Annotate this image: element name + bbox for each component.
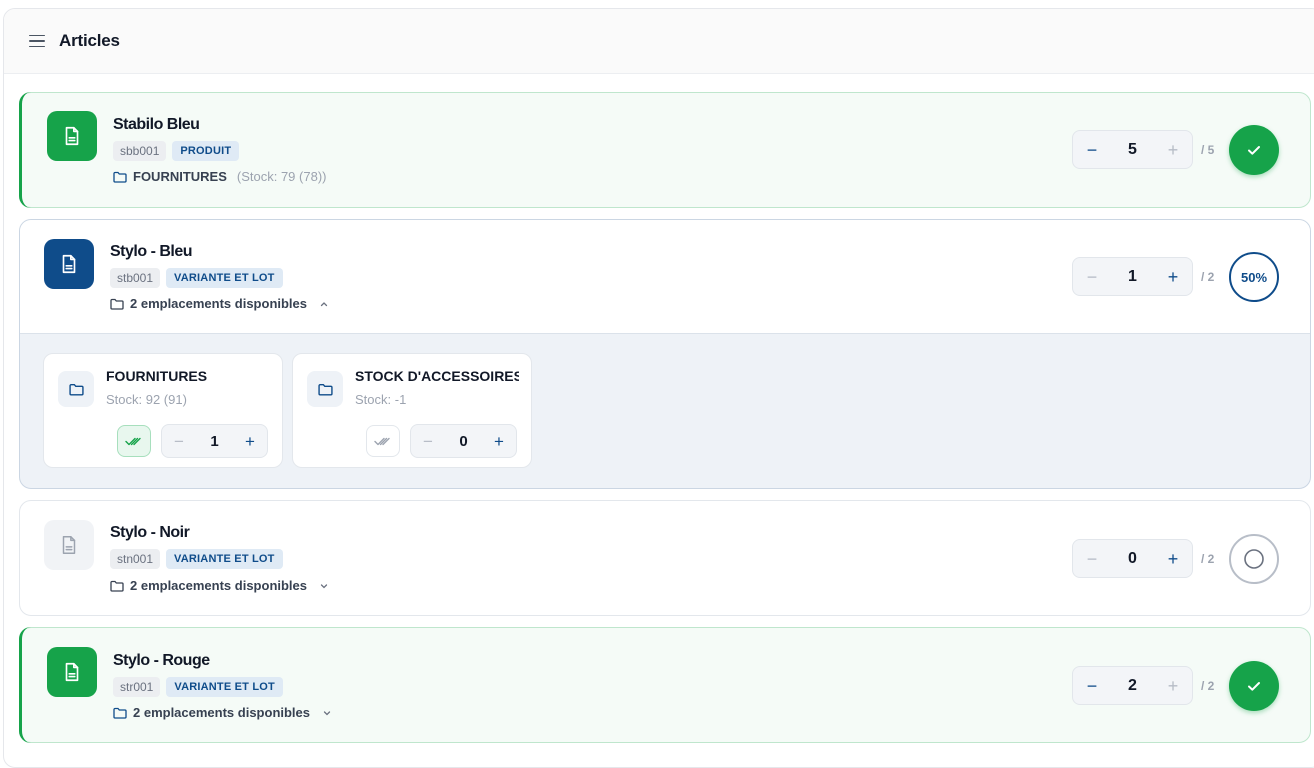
article-code: stn001 (110, 549, 161, 569)
locations-toggle[interactable]: 2 emplacements disponibles (110, 578, 329, 593)
quantity-value[interactable]: 0 (459, 433, 467, 450)
folder-icon (113, 707, 127, 719)
article-tags: stn001 VARIANTE ET LOT (110, 549, 283, 569)
validate-location-button[interactable] (117, 425, 151, 457)
decrement-button[interactable]: − (1081, 550, 1103, 568)
folder-icon (110, 580, 124, 592)
decrement-button[interactable]: − (418, 433, 438, 450)
decrement-button[interactable]: − (1081, 141, 1103, 159)
decrement-button[interactable]: − (1081, 268, 1103, 286)
location-stock: (Stock: 79 (78)) (236, 169, 327, 184)
location-name: FOURNITURES (106, 368, 208, 384)
article-card[interactable]: Stylo - Rouge str001 VARIANTE ET LOT 2 e… (19, 627, 1311, 743)
location-card: FOURNITURES Stock: 92 (91) − 1 + (43, 353, 283, 468)
folder-icon (110, 298, 124, 310)
status-progress[interactable]: 50% (1229, 252, 1279, 302)
article-name: Stabilo Bleu (113, 116, 200, 133)
increment-button[interactable]: + (489, 433, 509, 450)
chevron-down-icon[interactable] (319, 581, 329, 591)
article-card[interactable]: Stabilo Bleu sbb001 PRODUIT FOURNITURES … (19, 92, 1311, 208)
location-count: 2 emplacements disponibles (130, 296, 308, 311)
check-icon (1248, 682, 1260, 691)
status-empty[interactable] (1229, 534, 1279, 584)
page-title: Articles (59, 31, 120, 50)
menu-icon[interactable] (29, 33, 45, 49)
article-summary: Stylo - Bleu stb001 VARIANTE ET LOT 2 em… (20, 220, 1310, 334)
folder-icon (113, 171, 127, 183)
double-check-icon (125, 437, 141, 446)
document-icon (47, 111, 97, 161)
increment-button[interactable]: + (1162, 550, 1184, 568)
quantity-stepper: − 1 + (1072, 257, 1193, 296)
quantity-total: / 2 (1201, 679, 1215, 693)
quantity-total: / 5 (1201, 143, 1215, 157)
article-card[interactable]: Stylo - Noir stn001 VARIANTE ET LOT 2 em… (19, 500, 1311, 616)
quantity-stepper: − 5 + (1072, 130, 1193, 169)
increment-button[interactable]: + (1162, 268, 1184, 286)
location-stock: Stock: 92 (91) (106, 392, 187, 407)
validate-location-button[interactable] (366, 425, 400, 457)
article-tags: stb001 VARIANTE ET LOT (110, 268, 283, 288)
quantity-value[interactable]: 5 (1128, 141, 1137, 159)
article-type-badge: VARIANTE ET LOT (166, 268, 283, 288)
article-tags: str001 VARIANTE ET LOT (113, 677, 283, 697)
article-code: str001 (113, 677, 161, 697)
decrement-button[interactable]: − (1081, 677, 1103, 695)
article-code: stb001 (110, 268, 161, 288)
location-count: 2 emplacements disponibles (130, 578, 308, 593)
article-name: Stylo - Bleu (110, 243, 193, 260)
quantity-stepper: − 2 + (1072, 666, 1193, 705)
article-name: Stylo - Rouge (113, 652, 210, 669)
article-type-badge: PRODUIT (172, 141, 240, 161)
quantity-total: / 2 (1201, 552, 1215, 566)
increment-button[interactable]: + (1162, 141, 1184, 159)
locations-toggle[interactable]: 2 emplacements disponibles (113, 705, 332, 720)
status-complete[interactable] (1229, 661, 1279, 711)
decrement-button[interactable]: − (169, 433, 189, 450)
quantity-stepper: − 0 + (1072, 539, 1193, 578)
folder-icon (307, 371, 343, 407)
chevron-up-icon[interactable] (319, 299, 329, 309)
location-stock: Stock: -1 (355, 392, 407, 407)
article-name: Stylo - Noir (110, 524, 190, 541)
location-name: STOCK D'ACCESSOIRES (355, 368, 519, 384)
article-card[interactable]: Stylo - Bleu stb001 VARIANTE ET LOT 2 em… (19, 219, 1311, 489)
chevron-down-icon[interactable] (322, 708, 332, 718)
article-tags: sbb001 PRODUIT (113, 141, 240, 161)
article-code: sbb001 (113, 141, 167, 161)
article-type-badge: VARIANTE ET LOT (166, 549, 283, 569)
quantity-value[interactable]: 2 (1128, 677, 1137, 695)
circle-icon (1244, 549, 1264, 569)
article-type-badge: VARIANTE ET LOT (166, 677, 283, 697)
location-quantity-stepper: − 1 + (161, 424, 268, 458)
check-icon (1248, 146, 1260, 155)
increment-button[interactable]: + (1162, 677, 1184, 695)
quantity-value[interactable]: 0 (1128, 550, 1137, 568)
increment-button[interactable]: + (240, 433, 260, 450)
document-icon (44, 239, 94, 289)
folder-icon (58, 371, 94, 407)
location-name: FOURNITURES (133, 169, 227, 184)
location-card: STOCK D'ACCESSOIRES Stock: -1 − 0 + (292, 353, 532, 468)
document-icon (47, 647, 97, 697)
location-count: 2 emplacements disponibles (133, 705, 311, 720)
quantity-value[interactable]: 1 (210, 433, 218, 450)
panel-header: Articles (4, 9, 1314, 74)
document-icon (44, 520, 94, 570)
quantity-value[interactable]: 1 (1128, 268, 1137, 286)
status-complete[interactable] (1229, 125, 1279, 175)
quantity-total: / 2 (1201, 270, 1215, 284)
location-quantity-stepper: − 0 + (410, 424, 517, 458)
double-check-icon (374, 437, 390, 446)
article-location: FOURNITURES (Stock: 79 (78)) (113, 169, 326, 184)
locations-toggle[interactable]: 2 emplacements disponibles (110, 296, 329, 311)
